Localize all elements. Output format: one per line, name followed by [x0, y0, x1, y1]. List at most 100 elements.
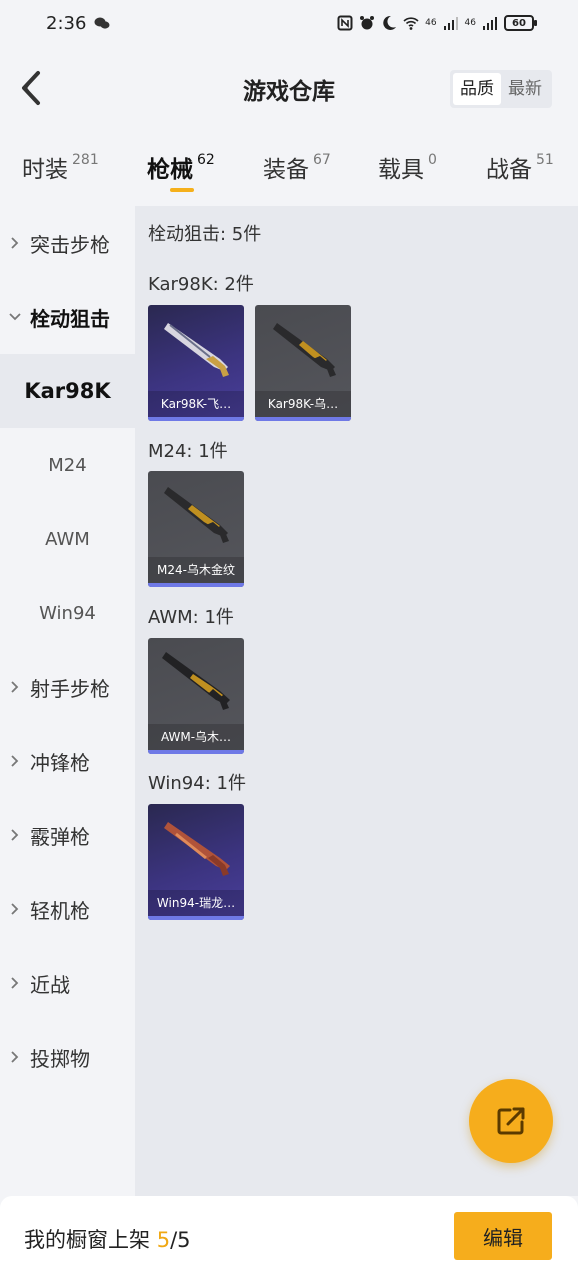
- tab-battle-gear[interactable]: 战备 51: [486, 150, 554, 184]
- sort-quality-option[interactable]: 品质: [453, 73, 501, 105]
- tab-count: 51: [536, 152, 554, 168]
- rifle-icon: [164, 323, 229, 377]
- weapon-card-label: Kar98K-飞…: [148, 391, 244, 417]
- back-button[interactable]: [14, 68, 48, 108]
- active-tab-indicator: [170, 188, 194, 192]
- sidebar-item-label: 投掷物: [30, 1046, 90, 1071]
- app-header: 游戏仓库 品质 最新: [0, 46, 578, 132]
- tab-count: 62: [197, 152, 215, 168]
- section-title-m24: M24: 1件: [148, 441, 228, 462]
- sidebar-item-label: 栓动狙击: [30, 306, 110, 331]
- sidebar-subitem-awm[interactable]: AWM: [0, 502, 135, 576]
- tab-label: 时装: [22, 157, 68, 183]
- rifle-icon: [162, 652, 230, 710]
- status-time: 2:36: [46, 12, 87, 34]
- sidebar-item-bolt-sniper[interactable]: 栓动狙击: [0, 280, 135, 354]
- weapon-card-label: AWM-乌木…: [148, 724, 244, 750]
- weapon-card-kar98k-2[interactable]: Kar98K-乌…: [255, 305, 351, 421]
- share-icon: [497, 1107, 525, 1135]
- chevron-right-icon: [11, 755, 19, 767]
- showcase-status: 我的橱窗上架 5/5: [24, 1224, 191, 1254]
- tab-label: 枪械: [147, 157, 193, 183]
- alarm-icon: [360, 16, 375, 30]
- nfc-icon: [337, 15, 353, 31]
- sidebar-item-marksman-rifle[interactable]: 射手步枪: [0, 650, 135, 724]
- rarity-stripe: [148, 417, 244, 421]
- section-title-win94: Win94: 1件: [148, 773, 246, 794]
- tab-count: 281: [72, 152, 99, 168]
- wechat-icon: [94, 17, 110, 29]
- chevron-right-icon: [11, 829, 19, 841]
- category-tabs: 时装 281 枪械 62 装备 67 载具 0 战备 51: [0, 140, 578, 204]
- sidebar-item-smg[interactable]: 冲锋枪: [0, 724, 135, 798]
- weapon-category-sidebar: 突击步枪 栓动狙击 Kar98K M24 AWM Win94 射手步枪 冲锋枪 …: [0, 206, 135, 1196]
- bottom-action-bar: 我的橱窗上架 5/5 编辑: [0, 1196, 578, 1280]
- sidebar-item-lmg[interactable]: 轻机枪: [0, 872, 135, 946]
- rarity-stripe: [148, 916, 244, 920]
- section-title-kar98k: Kar98K: 2件: [148, 274, 254, 295]
- rarity-stripe: [255, 417, 351, 421]
- sidebar-item-label: 突击步枪: [30, 232, 110, 257]
- sort-toggle[interactable]: 品质 最新: [450, 70, 552, 108]
- weapon-card-win94[interactable]: Win94-瑞龙…: [148, 804, 244, 920]
- network-right-label: 46: [464, 18, 476, 28]
- edit-button[interactable]: 编辑: [454, 1212, 552, 1260]
- battery-level: 60: [512, 17, 526, 29]
- tab-label: 载具: [378, 157, 424, 183]
- rifle-icon: [273, 323, 336, 377]
- chevron-left-icon: [22, 71, 40, 105]
- page-title: 游戏仓库: [243, 79, 335, 105]
- sidebar-item-assault-rifle[interactable]: 突击步枪: [0, 206, 135, 280]
- sidebar-subitem-win94[interactable]: Win94: [0, 576, 135, 650]
- rarity-stripe: [148, 750, 244, 754]
- sort-newest-option[interactable]: 最新: [501, 73, 549, 105]
- tab-vehicles[interactable]: 载具 0: [378, 150, 437, 184]
- network-left-label: 46: [425, 18, 437, 28]
- sidebar-item-label: 霰弹枪: [30, 824, 90, 849]
- chevron-right-icon: [11, 903, 19, 915]
- chevron-down-icon: [9, 313, 21, 321]
- showcase-total-count: /5: [170, 1228, 191, 1252]
- chevron-right-icon: [11, 237, 19, 249]
- sidebar-item-label: 近战: [30, 972, 70, 997]
- tab-label: 战备: [486, 157, 532, 183]
- wifi-icon: [403, 17, 419, 30]
- tab-equipment[interactable]: 装备 67: [263, 150, 331, 184]
- sidebar-item-melee[interactable]: 近战: [0, 946, 135, 1020]
- weapon-card-label: Kar98K-乌…: [255, 391, 351, 417]
- rarity-stripe: [148, 583, 244, 587]
- rifle-icon: [164, 487, 229, 543]
- category-summary: 栓动狙击: 5件: [148, 224, 262, 245]
- tab-fashion[interactable]: 时装 281: [22, 150, 99, 184]
- tab-label: 装备: [263, 157, 309, 183]
- tab-count: 67: [313, 152, 331, 168]
- tab-firearms[interactable]: 枪械 62: [147, 150, 215, 184]
- sidebar-subitem-kar98k[interactable]: Kar98K: [0, 354, 135, 428]
- sidebar-item-label: 冲锋枪: [30, 750, 90, 775]
- showcase-current-count: 5: [156, 1228, 171, 1252]
- chevron-right-icon: [11, 681, 19, 693]
- battery-icon: 60: [504, 15, 537, 31]
- sidebar-item-label: 射手步枪: [30, 676, 110, 701]
- section-title-awm: AWM: 1件: [148, 607, 234, 628]
- showcase-label: 我的橱窗上架: [24, 1228, 157, 1252]
- moon-icon: [383, 15, 397, 30]
- weapon-card-awm[interactable]: AWM-乌木…: [148, 638, 244, 754]
- signal-icon: [443, 17, 458, 30]
- status-bar: 2:36 46 46 60: [0, 0, 578, 46]
- weapon-card-m24[interactable]: M24-乌木金纹: [148, 471, 244, 587]
- sidebar-item-label: 轻机枪: [30, 898, 90, 923]
- weapon-card-label: Win94-瑞龙…: [148, 890, 244, 916]
- weapon-card-label: M24-乌木金纹: [148, 557, 244, 583]
- tab-count: 0: [428, 152, 437, 168]
- weapon-card-kar98k-1[interactable]: Kar98K-飞…: [148, 305, 244, 421]
- weapon-content-panel: 栓动狙击: 5件 Kar98K: 2件 Kar98K-飞… Kar98K-乌… …: [135, 206, 578, 1196]
- sidebar-item-shotgun[interactable]: 霰弹枪: [0, 798, 135, 872]
- signal-icon: [483, 17, 497, 30]
- share-fab-button[interactable]: [469, 1079, 553, 1163]
- sidebar-item-throwables[interactable]: 投掷物: [0, 1020, 135, 1094]
- rifle-icon: [164, 822, 230, 876]
- sidebar-subitem-m24[interactable]: M24: [0, 428, 135, 502]
- chevron-right-icon: [11, 977, 19, 989]
- chevron-right-icon: [11, 1051, 19, 1063]
